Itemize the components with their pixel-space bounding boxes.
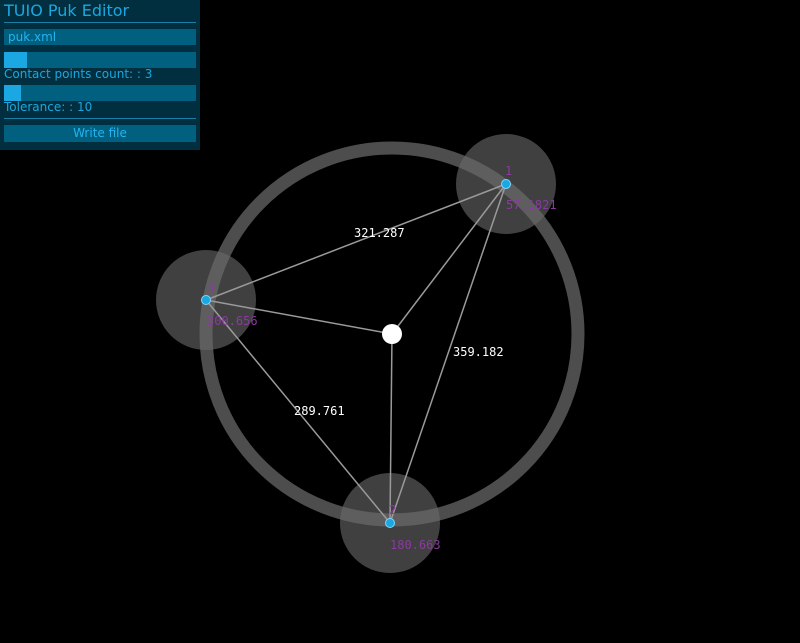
contact-point-1[interactable] [501, 179, 511, 189]
contact-points-slider-fill [4, 52, 28, 68]
tolerance-slider[interactable] [4, 85, 196, 101]
distance-label-3-1: 321.287 [354, 226, 405, 240]
title-divider [4, 22, 196, 23]
point-index-1: 1 [505, 164, 512, 178]
distance-label-1-2: 359.182 [453, 345, 504, 359]
point-index-2: 2 [389, 503, 396, 517]
contact-points-slider[interactable] [4, 52, 196, 68]
contact-point-3[interactable] [201, 295, 211, 305]
button-divider [4, 118, 196, 119]
contact-points-label: Contact points count: : 3 [4, 67, 153, 81]
point-index-3: 3 [207, 281, 214, 295]
point-angle-2: 180.663 [390, 538, 441, 552]
point-angle-1: 57.1821 [506, 198, 557, 212]
editor-panel: TUIO Puk Editor puk.xml Contact points c… [0, 0, 200, 150]
panel-title: TUIO Puk Editor [4, 1, 130, 20]
center-point[interactable] [382, 324, 402, 344]
contact-point-2[interactable] [385, 518, 395, 528]
write-file-button[interactable]: Write file [4, 125, 196, 142]
filename-field[interactable]: puk.xml [4, 29, 196, 45]
tolerance-slider-fill [4, 85, 22, 101]
point-angle-3: 300.656 [207, 314, 258, 328]
tolerance-label: Tolerance: : 10 [4, 100, 93, 114]
filename-value: puk.xml [8, 30, 57, 44]
distance-label-2-3: 289.761 [294, 404, 345, 418]
